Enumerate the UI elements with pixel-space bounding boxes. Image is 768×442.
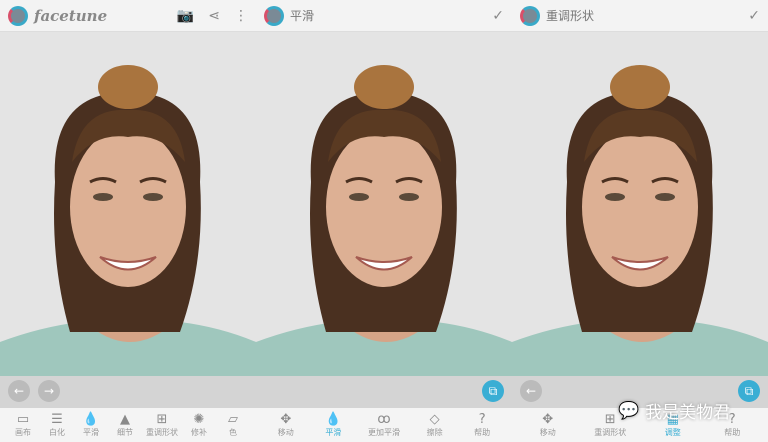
share-icon[interactable]: ⋖ — [208, 8, 220, 24]
toolbar: ▭ 画布 ☰ 白化 💧 平滑 ▲ 细节 ⊞ 重调形状 ✺ 修补 ▱ 色 — [0, 408, 256, 442]
tool-2[interactable]: ꝏ 更加平滑 — [368, 412, 400, 438]
tool-label: 调整 — [664, 428, 681, 437]
tool-label: 细节 — [117, 428, 133, 437]
tool-icon: ▱ — [228, 412, 238, 427]
tool-3[interactable]: ▲ 细节 — [112, 412, 138, 438]
tool-icon: ▭ — [16, 412, 30, 427]
portrait-image — [512, 32, 768, 388]
tool-label: 修补 — [191, 428, 207, 437]
undo-button[interactable]: ← — [8, 380, 30, 402]
canvas-footer — [256, 376, 512, 408]
tool-1[interactable]: 💧 平滑 — [320, 412, 346, 438]
tool-6[interactable]: ▱ 色 — [220, 412, 246, 438]
tool-icon: ▲ — [120, 412, 130, 427]
smooth-panel: 平滑 ✓ ⧉ ✥ 移动 💧 平滑 ꝏ 更加平滑 ◇ 擦除? 帮助 — [256, 0, 512, 442]
facetune-logo-icon — [8, 5, 28, 26]
tool-icon: ⊞ — [156, 412, 168, 427]
tool-label: 平滑 — [83, 428, 99, 437]
camera-icon[interactable]: 📷 — [177, 8, 194, 24]
more-icon[interactable]: ⋮ — [234, 8, 248, 24]
tool-label: 移动 — [539, 428, 556, 437]
tool-4[interactable]: ? 帮助 — [469, 412, 495, 438]
top-bar: 重调形状 ✓ — [512, 0, 768, 32]
tool-1[interactable]: ☰ 白化 — [44, 412, 70, 438]
undo-button[interactable]: ← — [520, 380, 542, 402]
tool-icon: ✺ — [193, 412, 205, 427]
confirm-check-icon[interactable]: ✓ — [492, 8, 504, 24]
tool-5[interactable]: ✺ 修补 — [186, 412, 212, 438]
confirm-check-icon[interactable]: ✓ — [748, 8, 760, 24]
toolbar: ✥ 移动 💧 平滑 ꝏ 更加平滑 ◇ 擦除? 帮助 — [256, 408, 512, 442]
tool-label: 重调形状 — [146, 428, 178, 437]
wechat-icon: 💬 — [618, 400, 640, 421]
main-editor-panel: facetune 📷 ⋖ ⋮ ← → ▭ 画布 ☰ 白化 💧 平滑 ▲ 细节 ⊞ 重调形状 ✺ 修补 ▱… — [0, 0, 256, 442]
tool-2[interactable]: 💧 平滑 — [78, 412, 104, 438]
tool-0[interactable]: ▭ 画布 — [10, 412, 36, 438]
tool-label: 重调形状 — [594, 428, 627, 437]
tool-icon: ? — [478, 412, 486, 427]
tool-label: 画布 — [15, 428, 31, 437]
reshape-panel: 重调形状 ✓ ← ⧉ ✥ 移动 ⊞ 重调形状 ▦ 调整? 帮助 — [512, 0, 768, 442]
tool-label: 擦除 — [426, 428, 443, 437]
compare-button[interactable]: ⧉ — [482, 380, 504, 402]
facetune-logo-icon[interactable] — [520, 5, 540, 26]
portrait-image — [256, 32, 512, 388]
portrait-image — [0, 32, 256, 388]
tool-icon: 💧 — [82, 412, 100, 427]
app-brand: facetune — [34, 6, 108, 25]
tool-icon: ⊞ — [604, 412, 616, 427]
compare-button[interactable]: ⧉ — [738, 380, 760, 402]
tool-title: 平滑 — [290, 9, 315, 23]
tool-title: 重调形状 — [546, 9, 595, 23]
facetune-logo-icon[interactable] — [264, 5, 284, 26]
redo-button[interactable]: → — [38, 380, 60, 402]
tool-label: 更加平滑 — [367, 428, 400, 437]
tool-icon: ✥ — [542, 412, 554, 427]
tool-icon: 💧 — [325, 412, 342, 427]
tool-label: 帮助 — [474, 428, 491, 437]
photo-canvas[interactable] — [512, 32, 768, 388]
watermark-text: 我是美物君 — [645, 403, 731, 423]
watermark: 💬 我是美物君 — [618, 398, 731, 424]
photo-canvas[interactable] — [0, 32, 256, 388]
tool-label: 白化 — [49, 428, 65, 437]
tool-0[interactable]: ✥ 移动 — [535, 412, 561, 438]
tool-0[interactable]: ✥ 移动 — [273, 412, 299, 438]
tool-label: 色 — [229, 428, 237, 437]
top-bar: facetune 📷 ⋖ ⋮ — [0, 0, 256, 32]
tool-label: 平滑 — [325, 428, 342, 437]
top-bar: 平滑 ✓ — [256, 0, 512, 32]
tool-label: 移动 — [277, 428, 294, 437]
tool-4[interactable]: ⊞ 重调形状 — [146, 412, 178, 438]
tool-icon: ☰ — [51, 412, 63, 427]
tool-label: 帮助 — [724, 428, 741, 437]
photo-canvas[interactable] — [256, 32, 512, 388]
tool-icon: ꝏ — [377, 412, 391, 427]
tool-icon: ◇ — [429, 412, 440, 427]
tool-3[interactable]: ◇ 擦除 — [422, 412, 448, 438]
tool-icon: ✥ — [280, 412, 292, 427]
